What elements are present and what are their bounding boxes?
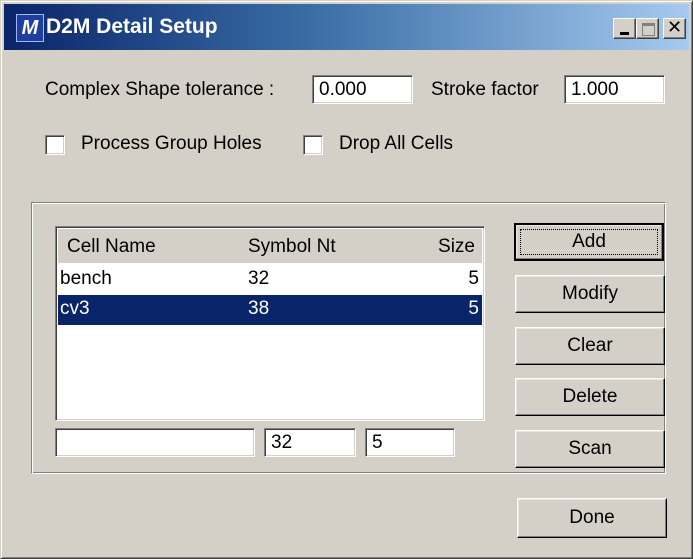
cell-name: cv3 [60,298,90,319]
process-group-holes-checkbox[interactable] [45,135,65,155]
process-group-holes-label[interactable]: Process Group Holes [81,133,262,155]
delete-button[interactable]: Delete [515,378,665,416]
close-icon: ✕ [666,17,683,37]
done-button[interactable]: Done [517,498,667,538]
table-row[interactable]: bench 32 5 [58,265,482,295]
column-header-cell-name[interactable]: Cell Name [67,236,156,258]
minimize-icon [620,32,629,35]
complex-shape-tolerance-label: Complex Shape tolerance : [45,79,275,100]
modify-button[interactable]: Modify [515,275,665,313]
drop-all-cells-checkbox[interactable] [303,135,323,155]
add-button[interactable]: Add [514,223,664,261]
stroke-factor-input[interactable] [564,75,665,104]
column-header-size[interactable]: Size [438,236,475,258]
cell-size: 5 [468,298,479,319]
cell-name: bench [60,268,112,289]
drop-all-cells-label[interactable]: Drop All Cells [339,133,453,155]
cell-list[interactable]: Cell Name Symbol Nt Size bench 32 5 cv3 … [55,226,485,421]
cell-symbol: 38 [248,298,270,319]
maximize-button [636,18,659,39]
d2m-detail-setup-window: M D2M Detail Setup ✕ Complex Shape toler… [0,0,693,559]
app-icon: M [16,14,44,42]
column-header-symbol-nt[interactable]: Symbol Nt [248,236,336,258]
scan-button[interactable]: Scan [515,430,665,468]
stroke-factor-label: Stroke factor [431,79,539,100]
cell-symbol: 32 [248,268,270,289]
window-title: D2M Detail Setup [46,15,218,38]
size-input[interactable] [365,428,455,457]
cell-size: 5 [468,268,479,289]
clear-button[interactable]: Clear [515,327,665,365]
complex-shape-tolerance-input[interactable] [312,75,413,104]
maximize-icon [642,23,655,36]
symbol-number-input[interactable] [264,428,356,457]
table-row-selected[interactable]: cv3 38 5 [58,295,482,325]
close-button[interactable]: ✕ [663,17,686,39]
cell-name-input[interactable] [55,428,255,457]
cell-list-header: Cell Name Symbol Nt Size [58,229,482,263]
add-button-label: Add [572,231,606,252]
title-bar[interactable]: M D2M Detail Setup ✕ [4,4,689,50]
minimize-button[interactable] [613,18,636,39]
